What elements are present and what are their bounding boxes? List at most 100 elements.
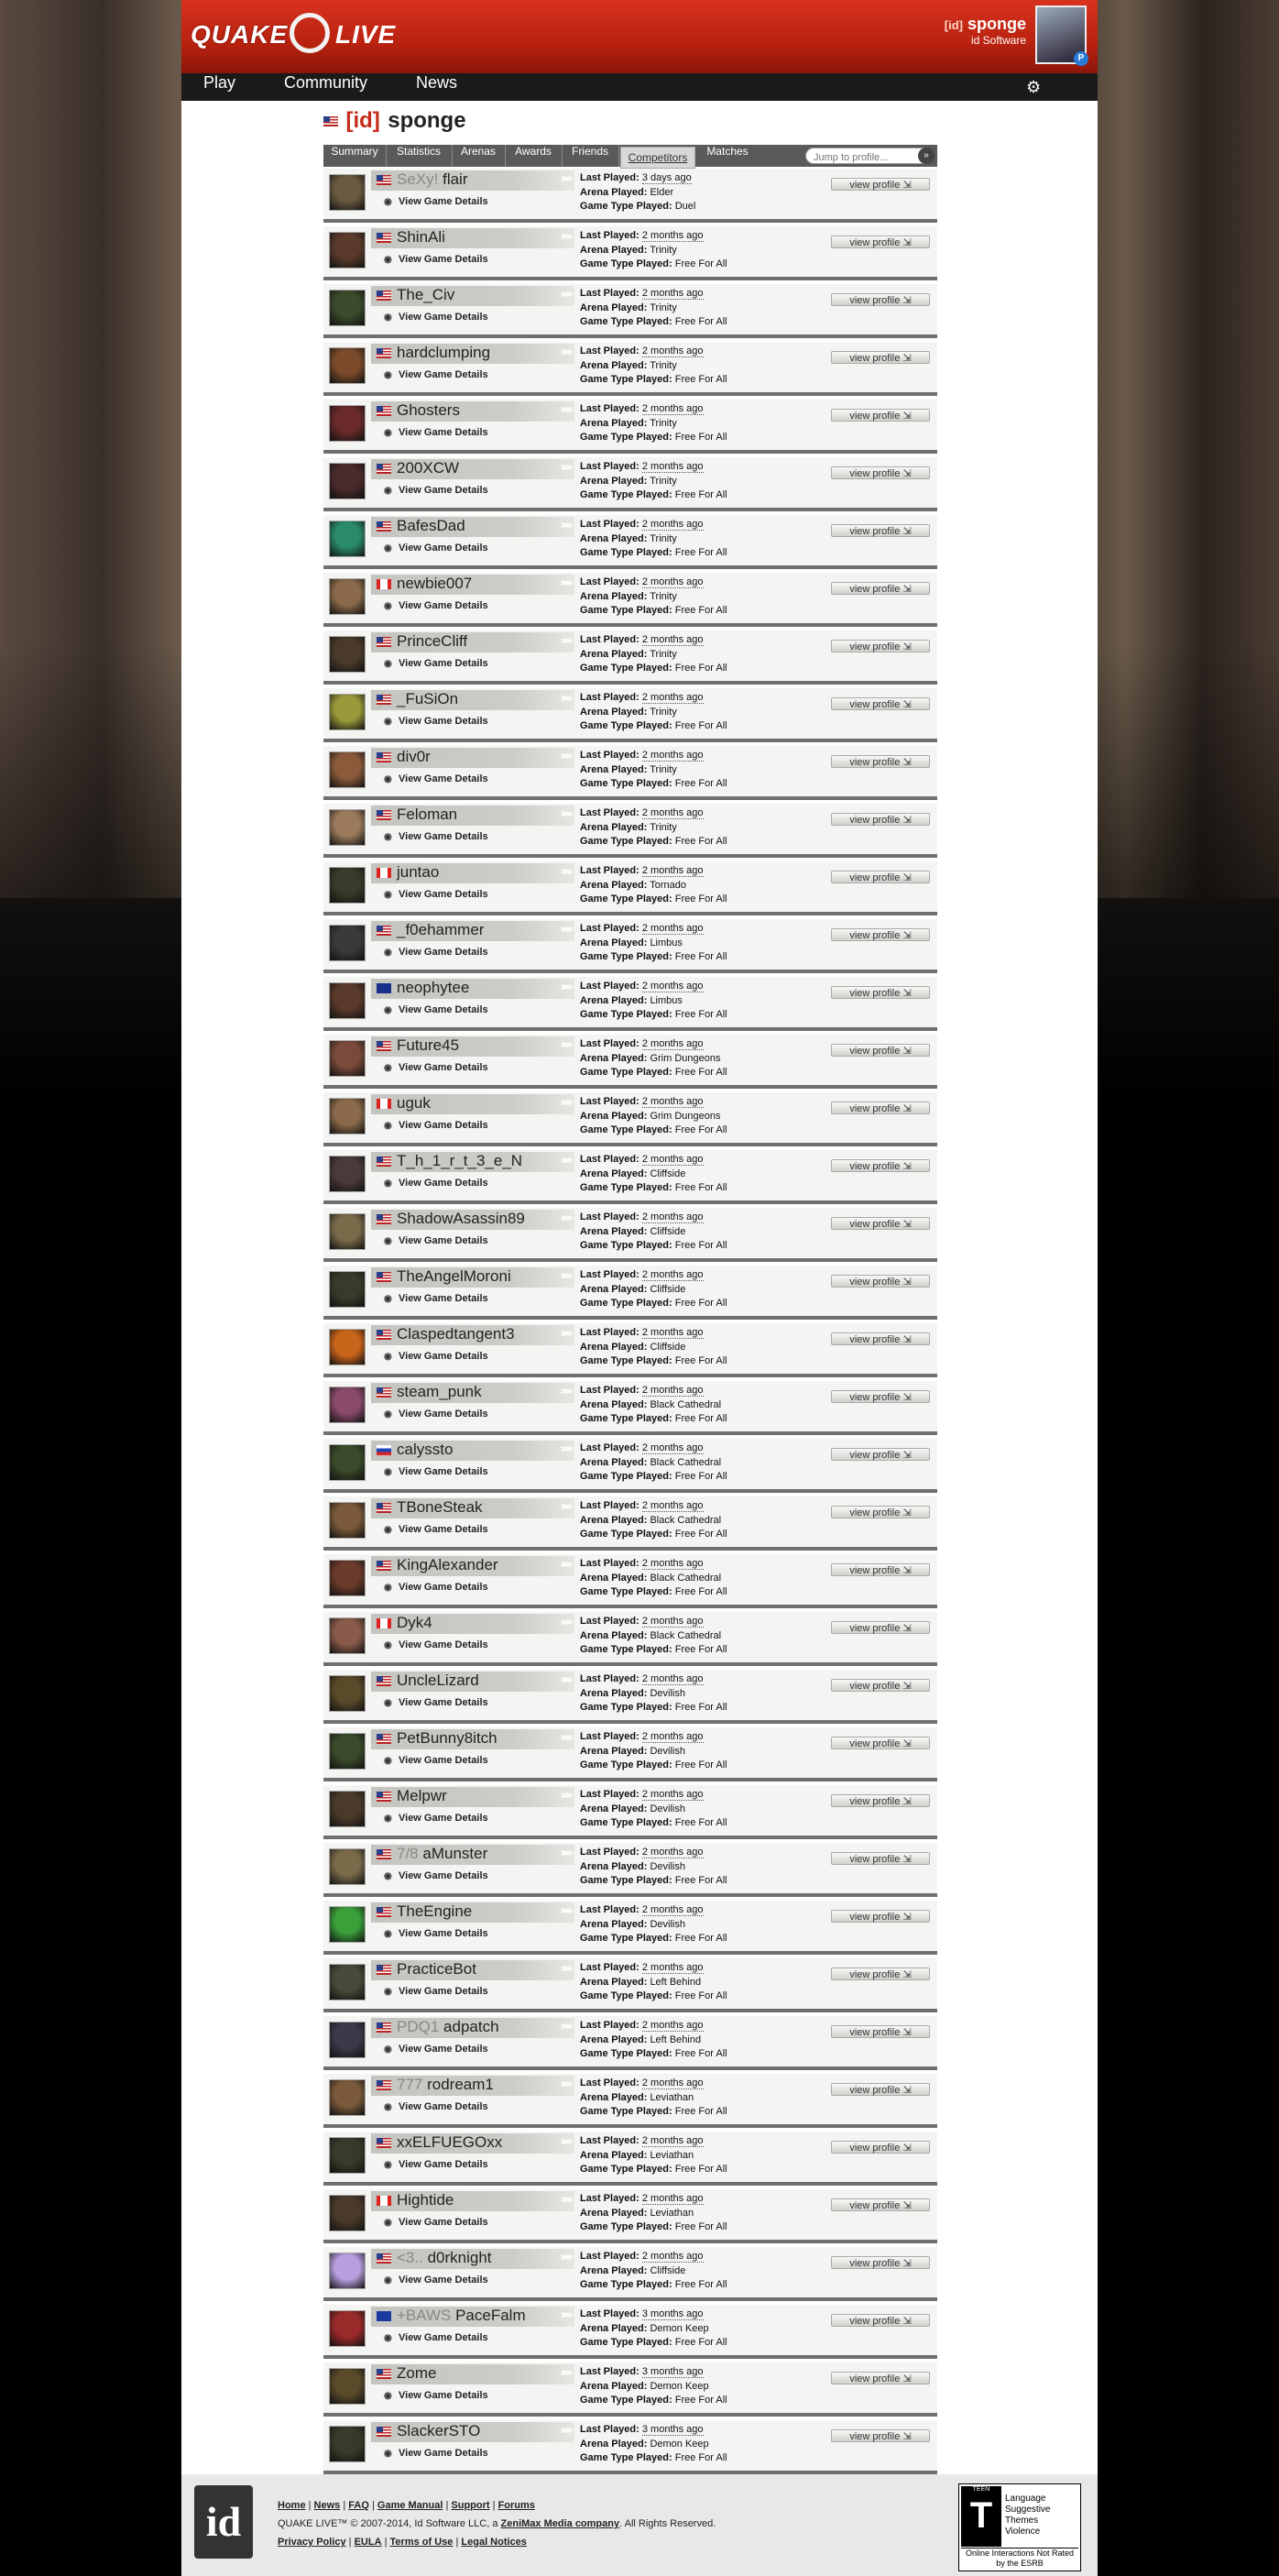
player-avatar[interactable] <box>329 1502 366 1539</box>
view-game-details-link[interactable]: ◉ View Game Details <box>384 1178 488 1189</box>
view-profile-button[interactable]: view profile ⇲ <box>831 2025 930 2038</box>
view-profile-button[interactable]: view profile ⇲ <box>831 409 930 422</box>
view-profile-button[interactable]: view profile ⇲ <box>831 524 930 537</box>
player-avatar[interactable] <box>329 174 366 211</box>
player-avatar[interactable] <box>329 1098 366 1135</box>
nav-news[interactable]: News <box>416 73 457 101</box>
view-game-details-link[interactable]: ◉ View Game Details <box>384 1697 488 1708</box>
view-game-details-link[interactable]: ◉ View Game Details <box>384 1466 488 1477</box>
player-avatar[interactable] <box>329 1617 366 1654</box>
player-avatar[interactable] <box>329 347 366 384</box>
view-profile-button[interactable]: view profile ⇲ <box>831 813 930 826</box>
player-name[interactable]: 200XCW <box>397 459 459 477</box>
player-avatar[interactable] <box>329 1271 366 1308</box>
player-avatar[interactable] <box>329 867 366 904</box>
tab-competitors[interactable]: Competitors <box>620 147 695 169</box>
view-game-details-link[interactable]: ◉ View Game Details <box>384 947 488 958</box>
view-game-details-link[interactable]: ◉ View Game Details <box>384 1235 488 1246</box>
player-avatar[interactable] <box>329 1848 366 1885</box>
player-avatar[interactable] <box>329 578 366 615</box>
player-name[interactable]: SlackerSTO <box>397 2422 480 2440</box>
view-game-details-link[interactable]: ◉ View Game Details <box>384 1120 488 1131</box>
player-avatar[interactable] <box>329 2022 366 2058</box>
player-name[interactable]: calyssto <box>397 1441 453 1459</box>
player-name[interactable]: _FuSiOn <box>397 690 458 708</box>
view-profile-button[interactable]: view profile ⇲ <box>831 640 930 652</box>
view-profile-button[interactable]: view profile ⇲ <box>831 2141 930 2154</box>
view-game-details-link[interactable]: ◉ View Game Details <box>384 831 488 842</box>
player-avatar[interactable] <box>329 463 366 499</box>
player-name[interactable]: steam_punk <box>397 1383 482 1401</box>
view-profile-button[interactable]: view profile ⇲ <box>831 293 930 306</box>
view-game-details-link[interactable]: ◉ View Game Details <box>384 196 488 207</box>
player-name[interactable]: SeXy! flair <box>397 170 468 189</box>
player-avatar[interactable] <box>329 1560 366 1596</box>
view-game-details-link[interactable]: ◉ View Game Details <box>384 1928 488 1939</box>
view-profile-button[interactable]: view profile ⇲ <box>831 1794 930 1807</box>
view-profile-button[interactable]: view profile ⇲ <box>831 986 930 999</box>
player-name[interactable]: KingAlexander <box>397 1556 498 1574</box>
view-game-details-link[interactable]: ◉ View Game Details <box>384 2390 488 2401</box>
quakelive-logo[interactable]: QUAKE LIVE <box>191 13 420 59</box>
footer-link-privacy[interactable]: Privacy Policy <box>278 2537 346 2548</box>
view-profile-button[interactable]: view profile ⇲ <box>831 1159 930 1172</box>
player-name[interactable]: TheAngelMoroni <box>397 1267 511 1286</box>
tab-arenas[interactable]: Arenas <box>452 145 506 167</box>
player-avatar[interactable] <box>329 1964 366 2001</box>
search-go-icon[interactable]: » <box>918 148 935 164</box>
player-avatar[interactable] <box>329 2310 366 2347</box>
player-avatar[interactable] <box>329 1387 366 1423</box>
view-profile-button[interactable]: view profile ⇲ <box>831 755 930 768</box>
view-game-details-link[interactable]: ◉ View Game Details <box>384 485 488 496</box>
view-game-details-link[interactable]: ◉ View Game Details <box>384 2159 488 2170</box>
view-game-details-link[interactable]: ◉ View Game Details <box>384 543 488 554</box>
player-name[interactable]: Claspedtangent3 <box>397 1325 515 1343</box>
view-game-details-link[interactable]: ◉ View Game Details <box>384 889 488 900</box>
player-avatar[interactable] <box>329 1906 366 1943</box>
player-avatar[interactable] <box>329 405 366 442</box>
player-avatar[interactable] <box>329 2426 366 2462</box>
footer-link-home[interactable]: Home <box>278 2500 306 2511</box>
view-profile-button[interactable]: view profile ⇲ <box>831 1679 930 1692</box>
view-profile-button[interactable]: view profile ⇲ <box>831 1563 930 1576</box>
view-profile-button[interactable]: view profile ⇲ <box>831 351 930 364</box>
player-name[interactable]: T_h_1_r_t_3_e_N <box>397 1152 522 1170</box>
view-profile-button[interactable]: view profile ⇲ <box>831 1852 930 1865</box>
player-avatar[interactable] <box>329 232 366 269</box>
player-name[interactable]: Future45 <box>397 1036 459 1055</box>
view-profile-button[interactable]: view profile ⇲ <box>831 236 930 248</box>
view-game-details-link[interactable]: ◉ View Game Details <box>384 2217 488 2228</box>
view-game-details-link[interactable]: ◉ View Game Details <box>384 1524 488 1535</box>
player-avatar[interactable] <box>329 2368 366 2405</box>
view-game-details-link[interactable]: ◉ View Game Details <box>384 2275 488 2286</box>
jump-to-profile-input[interactable] <box>806 149 916 166</box>
view-game-details-link[interactable]: ◉ View Game Details <box>384 2101 488 2112</box>
view-game-details-link[interactable]: ◉ View Game Details <box>384 773 488 784</box>
tab-matches[interactable]: Matches <box>695 145 760 167</box>
view-game-details-link[interactable]: ◉ View Game Details <box>384 2448 488 2459</box>
view-profile-button[interactable]: view profile ⇲ <box>831 466 930 479</box>
footer-link-faq[interactable]: FAQ <box>348 2500 369 2511</box>
player-name[interactable]: 7/8 aMunster <box>397 1845 487 1863</box>
player-name[interactable]: Zome <box>397 2364 436 2383</box>
footer-link-manual[interactable]: Game Manual <box>377 2500 443 2511</box>
view-game-details-link[interactable]: ◉ View Game Details <box>384 254 488 265</box>
user-avatar[interactable]: P <box>1035 5 1088 66</box>
view-game-details-link[interactable]: ◉ View Game Details <box>384 658 488 669</box>
view-profile-button[interactable]: view profile ⇲ <box>831 582 930 595</box>
footer-link-terms[interactable]: Terms of Use <box>390 2537 454 2548</box>
view-profile-button[interactable]: view profile ⇲ <box>831 1506 930 1518</box>
view-game-details-link[interactable]: ◉ View Game Details <box>384 716 488 727</box>
view-game-details-link[interactable]: ◉ View Game Details <box>384 1870 488 1881</box>
view-profile-button[interactable]: view profile ⇲ <box>831 1102 930 1114</box>
view-game-details-link[interactable]: ◉ View Game Details <box>384 1755 488 1766</box>
view-profile-button[interactable]: view profile ⇲ <box>831 1217 930 1230</box>
player-name[interactable]: Melpwr <box>397 1787 447 1805</box>
player-avatar[interactable] <box>329 1444 366 1481</box>
view-profile-button[interactable]: view profile ⇲ <box>831 1332 930 1345</box>
view-game-details-link[interactable]: ◉ View Game Details <box>384 2044 488 2055</box>
tab-summary[interactable]: Summary <box>323 145 387 167</box>
player-avatar[interactable] <box>329 982 366 1019</box>
player-name[interactable]: Ghosters <box>397 401 460 420</box>
player-name[interactable]: ShinAli <box>397 228 445 247</box>
